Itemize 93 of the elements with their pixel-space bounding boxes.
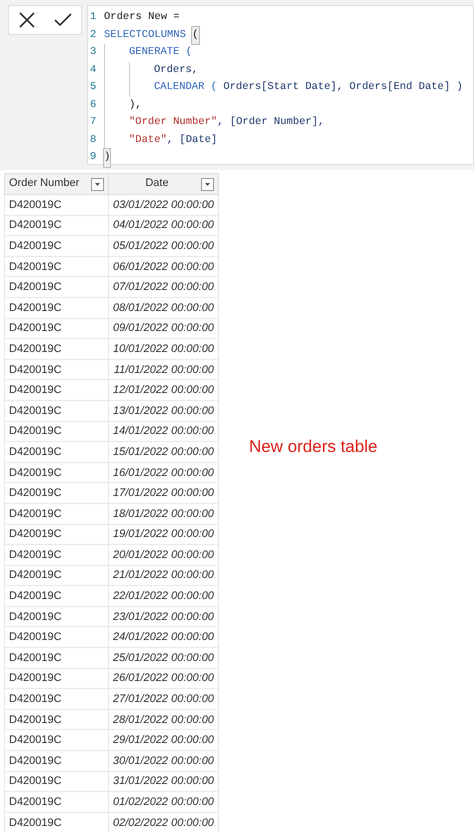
table-cell: D420019C (4, 812, 108, 832)
code-text: Orders New = (104, 10, 180, 25)
table-cell: 15/01/2022 00:00:00 (108, 442, 218, 462)
table-cell: D420019C (4, 400, 108, 422)
table-cell: 24/01/2022 00:00:00 (108, 626, 218, 648)
table-cell: D420019C (4, 668, 108, 689)
table-cell: 11/01/2022 00:00:00 (108, 359, 218, 380)
table-cell: D420019C (4, 359, 108, 380)
table-cell: 17/01/2022 00:00:00 (108, 482, 218, 504)
code-text: "Order Number" (129, 115, 218, 130)
dropdown-icon[interactable] (91, 178, 104, 191)
table-cell: 31/01/2022 00:00:00 (108, 771, 218, 792)
table-cell: 06/01/2022 00:00:00 (108, 256, 218, 277)
dropdown-icon[interactable] (200, 178, 214, 191)
code-text: ( (192, 26, 199, 44)
table-cell: D420019C (4, 586, 108, 606)
table-cell: 05/01/2022 00:00:00 (108, 236, 218, 256)
formula-editor[interactable]: 1 Orders New = 2 SELECTCOLUMNS ( 3 GENERATE ( 4 Orders, 5 CALENDAR ( Orders[Start Date], Orders[End Date] ) 6 ), 7 "Order Number", [Order Number], 8 "Date", [Date] 9 ) (87, 5, 474, 165)
table-cell: 16/01/2022 00:00:00 (108, 462, 218, 483)
table-cell: 12/01/2022 00:00:00 (108, 380, 218, 400)
table-cell: 01/02/2022 00:00:00 (108, 792, 218, 812)
table-cell: D420019C (4, 318, 108, 339)
table-cell: D420019C (4, 276, 108, 298)
table-cell: D420019C (4, 256, 108, 277)
table-cell: 29/01/2022 00:00:00 (108, 730, 218, 751)
code-text: , [Order Number], (217, 115, 324, 130)
table-cell: 23/01/2022 00:00:00 (108, 606, 218, 627)
line-number: 1 (90, 10, 98, 25)
table-cell: D420019C (4, 792, 108, 812)
column-header[interactable]: Date (108, 174, 218, 194)
table-cell: 13/01/2022 00:00:00 (108, 400, 218, 422)
table-cell: D420019C (4, 771, 108, 792)
table-cell: 18/01/2022 00:00:00 (108, 503, 218, 524)
table-cell: 19/01/2022 00:00:00 (108, 524, 218, 545)
table-cell: 30/01/2022 00:00:00 (108, 750, 218, 772)
table-cell: 28/01/2022 00:00:00 (108, 709, 218, 730)
cancel-button[interactable] (18, 11, 36, 29)
line-number: 9 (90, 150, 98, 165)
line-number: 4 (90, 62, 98, 78)
table-cell: 20/01/2022 00:00:00 (108, 544, 218, 566)
table-cell: D420019C (4, 750, 108, 772)
table-cell: 27/01/2022 00:00:00 (108, 688, 218, 710)
table-cell: D420019C (4, 236, 108, 256)
table-cell: 22/01/2022 00:00:00 (108, 586, 218, 606)
table-cell: 04/01/2022 00:00:00 (108, 215, 218, 236)
code-text: , [Date] (166, 132, 218, 148)
table-cell: D420019C (4, 730, 108, 751)
table-cell: 26/01/2022 00:00:00 (108, 668, 218, 689)
table-cell: D420019C (4, 194, 108, 216)
table-cell: D420019C (4, 462, 108, 483)
table-cell: D420019C (4, 297, 108, 318)
table-cell: D420019C (4, 215, 108, 236)
table-cell: 21/01/2022 00:00:00 (108, 565, 218, 586)
table-cell: D420019C (4, 482, 108, 504)
table-cell: 08/01/2022 00:00:00 (108, 297, 218, 318)
table-cell: D420019C (4, 565, 108, 586)
code-text: GENERATE ( (129, 45, 192, 60)
table-cell: D420019C (4, 648, 108, 668)
table-cell: 25/01/2022 00:00:00 (108, 648, 218, 668)
table-cell: D420019C (4, 544, 108, 566)
line-number: 6 (90, 98, 98, 112)
table-cell: D420019C (4, 524, 108, 545)
table-cell: 10/01/2022 00:00:00 (108, 338, 218, 360)
code-text: ), (129, 98, 142, 112)
code-text: CALENDAR ( (154, 80, 218, 95)
code-text: Orders[Start Date], Orders[End Date] ) (222, 80, 463, 95)
table-cell: D420019C (4, 421, 108, 442)
code-text: "Date" (129, 132, 167, 148)
line-number: 5 (90, 80, 98, 95)
close-icon (18, 11, 36, 29)
table-cell: D420019C (4, 442, 108, 462)
line-number: 8 (90, 132, 98, 148)
table-cell: D420019C (4, 626, 108, 648)
table-cell: 09/01/2022 00:00:00 (108, 318, 218, 339)
table-cell: D420019C (4, 606, 108, 627)
confirm-button[interactable] (52, 12, 72, 28)
table-cell: D420019C (4, 688, 108, 710)
table-cell: D420019C (4, 709, 108, 730)
column-header[interactable]: Order Number (4, 174, 108, 194)
checkmark-icon (52, 12, 72, 28)
table-cell: D420019C (4, 380, 108, 400)
annotation-text: New orders table (248, 437, 378, 458)
table-cell: D420019C (4, 503, 108, 524)
table-cell: 03/01/2022 00:00:00 (108, 194, 218, 216)
table-cell: D420019C (4, 338, 108, 360)
code-text: SELECTCOLUMNS (104, 28, 187, 42)
line-number: 2 (90, 28, 98, 42)
table-cell: 14/01/2022 00:00:00 (108, 421, 218, 442)
table-cell: 07/01/2022 00:00:00 (108, 276, 218, 298)
line-number: 7 (90, 115, 98, 130)
line-number: 3 (90, 45, 98, 60)
code-text: Orders, (154, 62, 198, 78)
code-text: ) (104, 149, 110, 166)
